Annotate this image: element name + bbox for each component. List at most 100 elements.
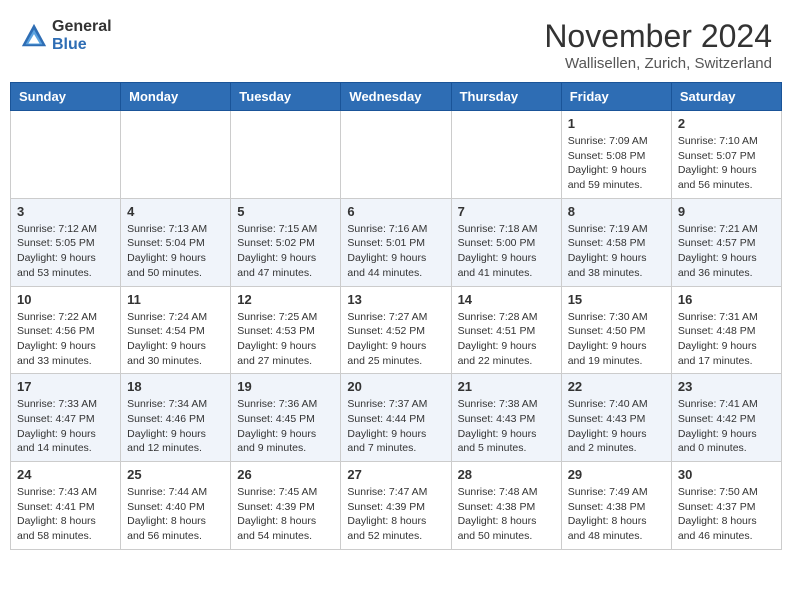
calendar-cell: [121, 111, 231, 199]
day-number: 23: [678, 379, 775, 394]
calendar-table: SundayMondayTuesdayWednesdayThursdayFrid…: [10, 82, 782, 550]
location-subtitle: Wallisellen, Zurich, Switzerland: [544, 55, 772, 72]
title-block: November 2024 Wallisellen, Zurich, Switz…: [544, 18, 772, 72]
day-info: Sunrise: 7:43 AM Sunset: 4:41 PM Dayligh…: [17, 485, 114, 544]
day-number: 26: [237, 467, 334, 482]
calendar-cell: [341, 111, 451, 199]
day-number: 5: [237, 204, 334, 219]
calendar-cell: 14 Sunrise: 7:28 AM Sunset: 4:51 PM Dayli…: [451, 286, 561, 374]
calendar-week-row: 3 Sunrise: 7:12 AM Sunset: 5:05 PM Daylig…: [11, 198, 782, 286]
logo-blue-text: Blue: [52, 36, 112, 54]
day-number: 19: [237, 379, 334, 394]
calendar-cell: 12Sunrise: 7:25 AM Sunset: 4:53 PM Dayli…: [231, 286, 341, 374]
calendar-week-row: 17 Sunrise: 7:33 AM Sunset: 4:47 PM Dayli…: [11, 374, 782, 462]
weekday-header-thursday: Thursday: [451, 83, 561, 111]
day-number: 16: [678, 292, 775, 307]
day-number: 30: [678, 467, 775, 482]
calendar-cell: 29 Sunrise: 7:49 AM Sunset: 4:38 PM Dayli…: [561, 462, 671, 550]
day-number: 7: [458, 204, 555, 219]
day-info: Sunrise: 7:47 AM Sunset: 4:39 PM Dayligh…: [347, 485, 444, 544]
day-number: 12: [237, 292, 334, 307]
day-info: Sunrise: 7:09 AM Sunset: 5:08 PM Dayligh…: [568, 134, 665, 193]
calendar-cell: 23 Sunrise: 7:41 AM Sunset: 4:42 PM Dayli…: [671, 374, 781, 462]
weekday-header-row: SundayMondayTuesdayWednesdayThursdayFrid…: [11, 83, 782, 111]
day-info: Sunrise: 7:38 AM Sunset: 4:43 PM Dayligh…: [458, 397, 555, 456]
day-number: 28: [458, 467, 555, 482]
day-info: Sunrise: 7:37 AM Sunset: 4:44 PM Dayligh…: [347, 397, 444, 456]
day-number: 6: [347, 204, 444, 219]
calendar-cell: 19Sunrise: 7:36 AM Sunset: 4:45 PM Dayli…: [231, 374, 341, 462]
day-number: 9: [678, 204, 775, 219]
calendar-cell: 30 Sunrise: 7:50 AM Sunset: 4:37 PM Dayli…: [671, 462, 781, 550]
calendar-cell: 1Sunrise: 7:09 AM Sunset: 5:08 PM Daylig…: [561, 111, 671, 199]
day-info: Sunrise: 7:44 AM Sunset: 4:40 PM Dayligh…: [127, 485, 224, 544]
day-info: Sunrise: 7:15 AM Sunset: 5:02 PM Dayligh…: [237, 222, 334, 281]
weekday-header-friday: Friday: [561, 83, 671, 111]
calendar-cell: 2 Sunrise: 7:10 AM Sunset: 5:07 PM Daylig…: [671, 111, 781, 199]
day-number: 4: [127, 204, 224, 219]
day-info: Sunrise: 7:10 AM Sunset: 5:07 PM Dayligh…: [678, 134, 775, 193]
calendar-cell: 3 Sunrise: 7:12 AM Sunset: 5:05 PM Daylig…: [11, 198, 121, 286]
calendar-cell: 26 Sunrise: 7:45 AM Sunset: 4:39 PM Dayli…: [231, 462, 341, 550]
weekday-header-sunday: Sunday: [11, 83, 121, 111]
calendar-cell: 17 Sunrise: 7:33 AM Sunset: 4:47 PM Dayli…: [11, 374, 121, 462]
day-number: 2: [678, 116, 775, 131]
day-info: Sunrise: 7:34 AM Sunset: 4:46 PM Dayligh…: [127, 397, 224, 456]
page-header: General Blue November 2024 Wallisellen, …: [10, 10, 782, 78]
day-info: Sunrise: 7:30 AM Sunset: 4:50 PM Dayligh…: [568, 310, 665, 369]
day-info: Sunrise: 7:16 AM Sunset: 5:01 PM Dayligh…: [347, 222, 444, 281]
weekday-header-wednesday: Wednesday: [341, 83, 451, 111]
calendar-cell: 22Sunrise: 7:40 AM Sunset: 4:43 PM Dayli…: [561, 374, 671, 462]
calendar-week-row: 1Sunrise: 7:09 AM Sunset: 5:08 PM Daylig…: [11, 111, 782, 199]
day-info: Sunrise: 7:50 AM Sunset: 4:37 PM Dayligh…: [678, 485, 775, 544]
logo-text: General Blue: [52, 18, 112, 53]
day-number: 18: [127, 379, 224, 394]
calendar-cell: 4 Sunrise: 7:13 AM Sunset: 5:04 PM Daylig…: [121, 198, 231, 286]
day-number: 14: [458, 292, 555, 307]
calendar-cell: 20 Sunrise: 7:37 AM Sunset: 4:44 PM Dayli…: [341, 374, 451, 462]
day-number: 3: [17, 204, 114, 219]
day-info: Sunrise: 7:13 AM Sunset: 5:04 PM Dayligh…: [127, 222, 224, 281]
calendar-cell: 21 Sunrise: 7:38 AM Sunset: 4:43 PM Dayli…: [451, 374, 561, 462]
day-info: Sunrise: 7:31 AM Sunset: 4:48 PM Dayligh…: [678, 310, 775, 369]
calendar-cell: 7 Sunrise: 7:18 AM Sunset: 5:00 PM Daylig…: [451, 198, 561, 286]
calendar-cell: 5 Sunrise: 7:15 AM Sunset: 5:02 PM Daylig…: [231, 198, 341, 286]
calendar-week-row: 10Sunrise: 7:22 AM Sunset: 4:56 PM Dayli…: [11, 286, 782, 374]
weekday-header-monday: Monday: [121, 83, 231, 111]
calendar-cell: 25 Sunrise: 7:44 AM Sunset: 4:40 PM Dayli…: [121, 462, 231, 550]
logo-general-text: General: [52, 18, 112, 36]
calendar-cell: 9Sunrise: 7:21 AM Sunset: 4:57 PM Daylig…: [671, 198, 781, 286]
calendar-cell: 6 Sunrise: 7:16 AM Sunset: 5:01 PM Daylig…: [341, 198, 451, 286]
calendar-cell: 10Sunrise: 7:22 AM Sunset: 4:56 PM Dayli…: [11, 286, 121, 374]
calendar-cell: 24Sunrise: 7:43 AM Sunset: 4:41 PM Dayli…: [11, 462, 121, 550]
day-number: 21: [458, 379, 555, 394]
logo[interactable]: General Blue: [20, 18, 112, 53]
day-info: Sunrise: 7:41 AM Sunset: 4:42 PM Dayligh…: [678, 397, 775, 456]
day-number: 13: [347, 292, 444, 307]
calendar-week-row: 24Sunrise: 7:43 AM Sunset: 4:41 PM Dayli…: [11, 462, 782, 550]
calendar-cell: 15Sunrise: 7:30 AM Sunset: 4:50 PM Dayli…: [561, 286, 671, 374]
day-info: Sunrise: 7:33 AM Sunset: 4:47 PM Dayligh…: [17, 397, 114, 456]
logo-icon: [20, 22, 48, 50]
day-info: Sunrise: 7:22 AM Sunset: 4:56 PM Dayligh…: [17, 310, 114, 369]
day-number: 27: [347, 467, 444, 482]
day-number: 25: [127, 467, 224, 482]
day-number: 20: [347, 379, 444, 394]
day-info: Sunrise: 7:49 AM Sunset: 4:38 PM Dayligh…: [568, 485, 665, 544]
weekday-header-tuesday: Tuesday: [231, 83, 341, 111]
day-info: Sunrise: 7:24 AM Sunset: 4:54 PM Dayligh…: [127, 310, 224, 369]
day-info: Sunrise: 7:45 AM Sunset: 4:39 PM Dayligh…: [237, 485, 334, 544]
day-number: 22: [568, 379, 665, 394]
day-info: Sunrise: 7:27 AM Sunset: 4:52 PM Dayligh…: [347, 310, 444, 369]
day-number: 29: [568, 467, 665, 482]
day-info: Sunrise: 7:28 AM Sunset: 4:51 PM Dayligh…: [458, 310, 555, 369]
day-number: 8: [568, 204, 665, 219]
calendar-cell: 8Sunrise: 7:19 AM Sunset: 4:58 PM Daylig…: [561, 198, 671, 286]
day-info: Sunrise: 7:18 AM Sunset: 5:00 PM Dayligh…: [458, 222, 555, 281]
calendar-cell: [231, 111, 341, 199]
calendar-cell: 16 Sunrise: 7:31 AM Sunset: 4:48 PM Dayli…: [671, 286, 781, 374]
day-info: Sunrise: 7:12 AM Sunset: 5:05 PM Dayligh…: [17, 222, 114, 281]
calendar-cell: 13 Sunrise: 7:27 AM Sunset: 4:52 PM Dayli…: [341, 286, 451, 374]
calendar-cell: [11, 111, 121, 199]
day-number: 17: [17, 379, 114, 394]
